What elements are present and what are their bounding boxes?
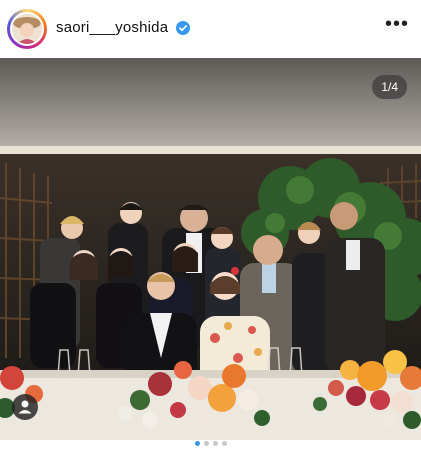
username[interactable]: saori___yoshida [56,19,168,36]
story-ring[interactable] [7,9,47,49]
avatar[interactable] [10,12,44,46]
image-counter: 1/4 [372,75,407,99]
more-horizontal-icon[interactable]: ••• [385,14,409,37]
carousel-dot [194,441,200,446]
post-header: saori___yoshida ••• [0,0,421,58]
carousel-dot [221,441,227,446]
carousel-dot [203,441,209,446]
post-photo[interactable]: 1/4 [0,58,421,440]
carousel-dot [212,441,218,446]
carousel-indicator [0,441,421,450]
verified-badge-icon [176,21,190,35]
user-tag-icon[interactable] [12,394,38,420]
